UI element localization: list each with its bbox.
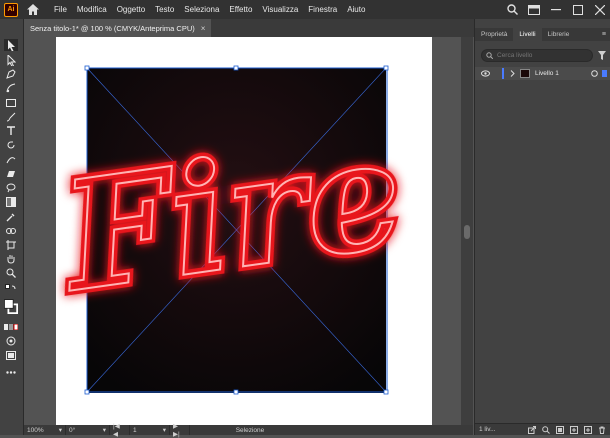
document-tab[interactable]: Senza titolo-1* @ 100 % (CMYK/Anteprima … [24,19,212,37]
selection-tool-icon[interactable] [4,39,18,51]
pen-tool-icon[interactable] [4,68,18,80]
panel-tabs: Proprietà Livelli Librerie ≡ [475,28,610,41]
main-menu: File Modifica Oggetto Testo Seleziona Ef… [49,0,370,19]
selection-indicator [602,70,607,77]
eyedropper-tool-icon[interactable] [4,211,18,223]
locate-object-icon[interactable] [542,425,550,434]
menu-seleziona[interactable]: Seleziona [179,0,224,19]
app-logo: Ai [4,2,18,17]
menu-testo[interactable]: Testo [150,0,179,19]
panel-footer: 1 liv... [475,423,610,435]
panel-menu-icon[interactable]: ≡ [602,28,610,41]
eraser-tool-icon[interactable] [4,168,18,180]
layer-search[interactable] [481,49,593,62]
filter-icon[interactable] [598,51,606,62]
menu-aiuto[interactable]: Aiuto [342,0,370,19]
lasso-tool-icon[interactable] [4,182,18,194]
layer-search-input[interactable] [497,52,587,59]
layer-color-indicator [502,68,504,79]
type-tool-icon[interactable] [4,125,18,137]
close-icon[interactable] [594,4,606,16]
delete-layer-icon[interactable] [598,426,606,434]
tab-layers[interactable]: Livelli [513,28,542,41]
maximize-icon[interactable] [572,4,584,16]
new-sublayer-icon[interactable] [570,425,578,434]
home-icon[interactable] [25,2,41,18]
tab-libraries[interactable]: Librerie [542,28,576,41]
artboard-number-field[interactable]: 1 ▾ [130,425,170,435]
menu-right-controls [506,0,606,19]
search-icon[interactable] [506,4,518,16]
color-mode-icons[interactable] [4,321,18,333]
tab-properties[interactable]: Proprietà [475,28,513,41]
minimize-icon[interactable] [550,4,562,16]
workspace-icon[interactable] [528,4,540,16]
layer-count: 1 liv... [479,426,496,433]
more-tools-icon[interactable] [4,366,18,378]
search-icon [486,52,493,59]
draw-mode-icon[interactable] [4,335,18,347]
panel-footer-actions [528,425,610,434]
zoom-field[interactable]: 100% ▾ [24,425,66,435]
menu-visualizza[interactable]: Visualizza [257,0,303,19]
brush-tool-icon[interactable] [4,111,18,123]
vertical-scrollbar-thumb[interactable] [464,225,470,239]
menu-modifica[interactable]: Modifica [72,0,112,19]
status-bar: 100% ▾ 0° ▾ |◀ ◀ 1 ▾ ▶ ▶| Selezione [24,423,473,438]
artboard-tool-icon[interactable] [4,239,18,251]
artboard[interactable]: Fire Fire [56,37,432,425]
rotate-tool-icon[interactable] [4,139,18,151]
zoom-tool-icon[interactable] [4,267,18,279]
visibility-eye-icon[interactable] [481,70,490,77]
current-tool-status: Selezione [235,426,265,434]
curvature-tool-icon[interactable] [4,82,18,94]
vertical-scrollbar[interactable] [461,37,473,425]
export-icon[interactable] [528,425,536,434]
next-artboard-buttons[interactable]: ▶ ▶| [170,423,190,438]
screen-mode-icon[interactable] [4,349,18,361]
rotation-field[interactable]: 0° ▾ [66,425,110,435]
clipping-mask-icon[interactable] [556,425,564,434]
document-tab-title: Senza titolo-1* @ 100 % (CMYK/Anteprima … [30,23,195,33]
gradient-tool-icon[interactable] [4,196,18,208]
scale-tool-icon[interactable] [4,153,18,165]
artwork-image[interactable]: Fire Fire [56,37,432,425]
rectangle-tool-icon[interactable] [4,97,18,109]
expand-chevron-icon[interactable] [510,70,515,77]
fill-stroke-swatch[interactable] [4,297,18,317]
layer-name[interactable]: Livello 1 [535,67,559,80]
direct-selection-tool-icon[interactable] [4,54,18,66]
close-tab-icon[interactable]: × [201,24,206,33]
new-layer-icon[interactable] [584,425,592,434]
menu-finestra[interactable]: Finestra [303,0,342,19]
menu-file[interactable]: File [49,0,72,19]
layer-row[interactable]: Livello 1 [475,67,610,80]
hand-tool-icon[interactable] [4,253,18,265]
canvas-area[interactable]: Fire Fire [24,37,461,425]
target-icon[interactable] [591,70,598,77]
tools-panel [0,19,24,435]
layers-panel: Proprietà Livelli Librerie ≡ Livello 1 1… [474,19,610,435]
menu-oggetto[interactable]: Oggetto [112,0,150,19]
menu-bar: Ai File Modifica Oggetto Testo Seleziona… [0,0,610,19]
menu-effetto[interactable]: Effetto [224,0,257,19]
blend-tool-icon[interactable] [4,225,18,237]
layer-thumbnail [520,69,530,78]
swap-colors-icon[interactable] [4,282,18,294]
prev-artboard-buttons[interactable]: |◀ ◀ [110,423,130,438]
document-tab-bar: Senza titolo-1* @ 100 % (CMYK/Anteprima … [24,19,474,37]
